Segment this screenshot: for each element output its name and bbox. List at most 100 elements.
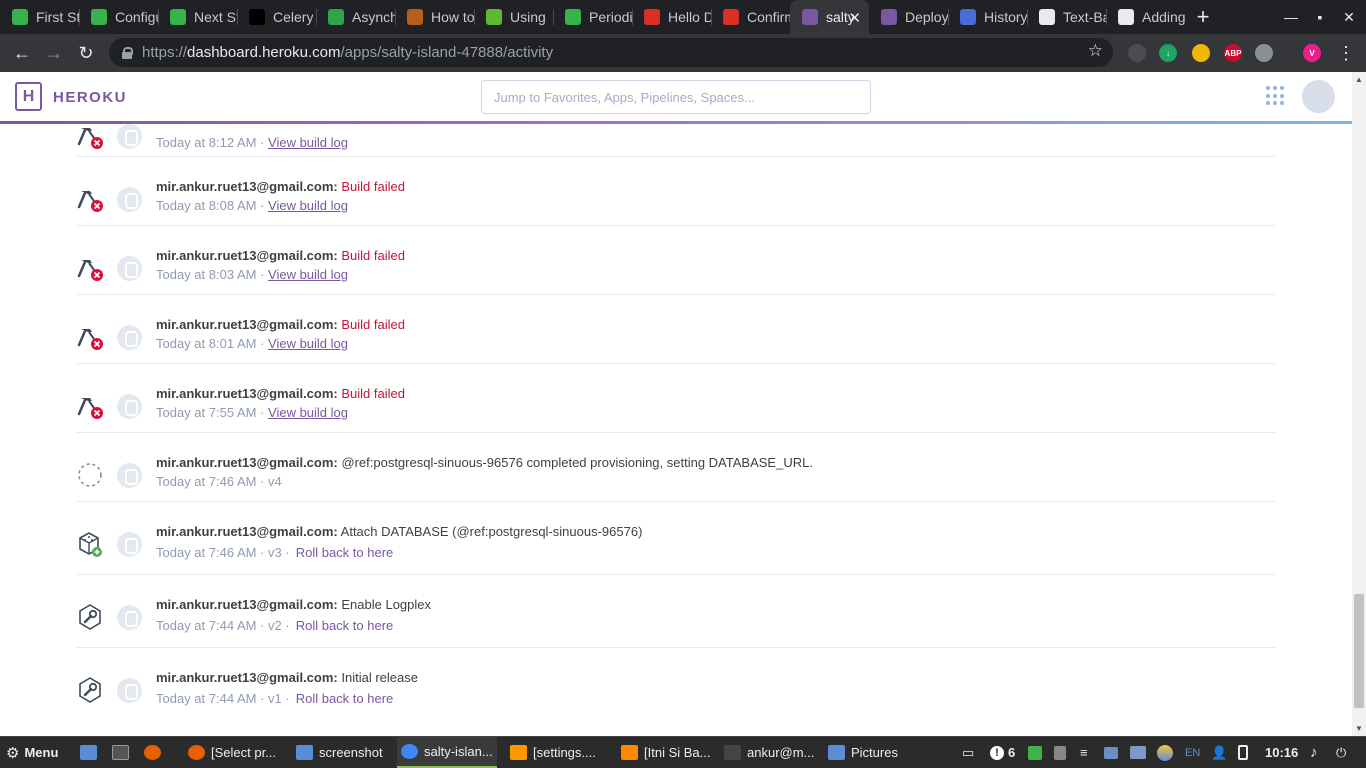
- tab-title: Next Steps: [194, 9, 237, 25]
- reload-button[interactable]: ↻: [71, 38, 101, 68]
- firefox-launcher[interactable]: [144, 737, 167, 768]
- activity-description: mir.ankur.ruet13@gmail.com: @ref:postgre…: [156, 455, 813, 470]
- start-menu-button[interactable]: ⚙ Menu: [6, 737, 58, 768]
- keyboard-layout[interactable]: EN: [1185, 737, 1200, 768]
- browser-tab[interactable]: Next Steps: [158, 0, 237, 34]
- browser-tab[interactable]: Periodic: [553, 0, 632, 34]
- activity-entry: Today at 8:12 AM · View build log: [76, 124, 1276, 157]
- adblock-plus-icon[interactable]: ABP: [1224, 44, 1242, 62]
- bulb-icon[interactable]: [1192, 44, 1210, 62]
- tab-close-icon[interactable]: ✕: [848, 9, 861, 27]
- browser-tab[interactable]: Configuration: [79, 0, 158, 34]
- forward-button[interactable]: →: [39, 38, 69, 68]
- browser-tab[interactable]: Hello Django: [632, 0, 711, 34]
- extension-green-icon[interactable]: ↓: [1159, 44, 1177, 62]
- files-launcher[interactable]: [80, 737, 103, 768]
- taskbar-window[interactable]: ankur@m...: [720, 737, 816, 768]
- activity-entry: mir.ankur.ruet13@gmail.com: Initial rele…: [76, 648, 1276, 721]
- tray-list-icon[interactable]: ≡: [1080, 737, 1088, 768]
- tab-title: Using: [510, 9, 546, 25]
- apps-grid-icon[interactable]: [1266, 86, 1286, 106]
- browser-tab[interactable]: Text-Based: [1027, 0, 1106, 34]
- address-bar[interactable]: https://dashboard.heroku.com/apps/salty-…: [109, 38, 1113, 67]
- activity-feed: Today at 8:12 AM · View build log mir.ank…: [0, 124, 1352, 736]
- firefox-icon: [144, 745, 161, 760]
- taskbar-window[interactable]: salty-islan...: [397, 737, 497, 768]
- shield-icon[interactable]: [1255, 44, 1273, 62]
- tray-notifications[interactable]: ! 6: [990, 737, 1015, 768]
- browser-tab[interactable]: Celery: [237, 0, 316, 34]
- music-icon[interactable]: ♪: [1310, 737, 1318, 768]
- github-icon: [1039, 9, 1055, 25]
- activity-description: mir.ankur.ruet13@gmail.com: Build failed: [156, 248, 405, 263]
- heroku-brand[interactable]: HEROKU: [53, 89, 127, 106]
- activity-meta: Today at 8:12 AM · View build log: [156, 135, 348, 150]
- profile-icon[interactable]: V: [1303, 44, 1321, 62]
- back-button[interactable]: ←: [7, 38, 37, 68]
- battery-icon[interactable]: [1238, 737, 1254, 768]
- search-input[interactable]: [481, 80, 871, 114]
- browser-tab[interactable]: Adding: [1106, 0, 1185, 34]
- view-build-log-link[interactable]: View build log: [268, 405, 348, 420]
- taskbar-window[interactable]: [Itni Si Ba...: [617, 737, 713, 768]
- tab-title: Asynchronous: [352, 9, 395, 25]
- browser-tab[interactable]: Deploy: [869, 0, 948, 34]
- url-text[interactable]: https://dashboard.heroku.com/apps/salty-…: [142, 44, 553, 61]
- browser-tab[interactable]: salty-island✕: [790, 0, 869, 34]
- tray-gitkraken-icon[interactable]: [1028, 737, 1048, 768]
- browser-tab[interactable]: How to: [395, 0, 474, 34]
- window-close-button[interactable]: ✕: [1334, 0, 1364, 34]
- activity-meta: Today at 8:03 AM · View build log: [156, 267, 348, 282]
- view-build-log-link[interactable]: View build log: [268, 198, 348, 213]
- browser-tab[interactable]: Confirm: [711, 0, 790, 34]
- taskbar-window-label: screenshot: [319, 745, 383, 760]
- user-avatar-icon: [117, 605, 142, 630]
- roll-back-link[interactable]: Roll back to here: [296, 691, 394, 706]
- activity-meta: Today at 7:44 AM · v1 · Roll back to here: [156, 691, 394, 706]
- new-tab-button[interactable]: +: [1185, 0, 1221, 34]
- roll-back-link[interactable]: Roll back to here: [296, 618, 394, 633]
- view-build-log-link[interactable]: View build log: [268, 336, 348, 351]
- taskbar-window[interactable]: screenshot: [292, 737, 392, 768]
- tab-title: Celery: [273, 9, 314, 25]
- minimize-button[interactable]: ―: [1276, 0, 1306, 34]
- extension-gray-icon[interactable]: [1128, 44, 1146, 62]
- terminal-launcher[interactable]: [112, 737, 135, 768]
- tray-network-icon[interactable]: [1104, 737, 1124, 768]
- browser-tab[interactable]: First Steps: [0, 0, 79, 34]
- taskbar-window[interactable]: [settings....: [506, 737, 610, 768]
- browser-tab[interactable]: History: [948, 0, 1027, 34]
- build-failed-icon: [76, 254, 104, 282]
- activity-description: mir.ankur.ruet13@gmail.com: Initial rele…: [156, 670, 418, 685]
- build-failed-icon: [76, 185, 104, 213]
- scroll-down-icon[interactable]: ▼: [1355, 724, 1363, 733]
- browser-tab[interactable]: Using: [474, 0, 553, 34]
- scroll-up-icon[interactable]: ▲: [1355, 75, 1363, 84]
- activity-meta: Today at 7:46 AM · v3 · Roll back to here: [156, 545, 394, 560]
- activity-meta: Today at 7:55 AM · View build log: [156, 405, 348, 420]
- activity-user: mir.ankur.ruet13@gmail.com:: [156, 670, 338, 685]
- view-build-log-link[interactable]: View build log: [268, 267, 348, 282]
- tray-power-icon[interactable]: ⏻: [1336, 737, 1346, 768]
- bookmark-star-icon[interactable]: ☆: [1088, 41, 1103, 61]
- tray-weather-icon[interactable]: [1157, 737, 1179, 768]
- release-version: v1: [268, 691, 282, 706]
- browser-menu-icon[interactable]: ⋮: [1331, 38, 1361, 68]
- taskbar-window[interactable]: [Select pr...: [184, 737, 288, 768]
- account-avatar[interactable]: [1302, 80, 1335, 113]
- taskbar-window[interactable]: Pictures: [824, 737, 904, 768]
- view-build-log-link[interactable]: View build log: [268, 135, 348, 150]
- heroku-logo-icon[interactable]: H: [15, 82, 42, 111]
- maximize-button[interactable]: ▪: [1305, 0, 1335, 34]
- browser-tab-strip: First Steps Configuration Next Steps Celery…: [0, 0, 1366, 34]
- scrollbar-thumb[interactable]: [1354, 594, 1364, 708]
- tray-screen-icon[interactable]: [1130, 737, 1152, 768]
- clock[interactable]: 10:16: [1265, 737, 1298, 768]
- tray-clipboard-icon[interactable]: [1054, 737, 1072, 768]
- roll-back-link[interactable]: Roll back to here: [296, 545, 394, 560]
- tray-display-icon[interactable]: ▭: [962, 737, 974, 768]
- alert-icon: !: [990, 745, 1004, 760]
- browser-tab[interactable]: Asynchronous: [316, 0, 395, 34]
- user-icon[interactable]: 👤: [1211, 737, 1227, 768]
- activity-time: Today at 8:08 AM: [156, 198, 257, 213]
